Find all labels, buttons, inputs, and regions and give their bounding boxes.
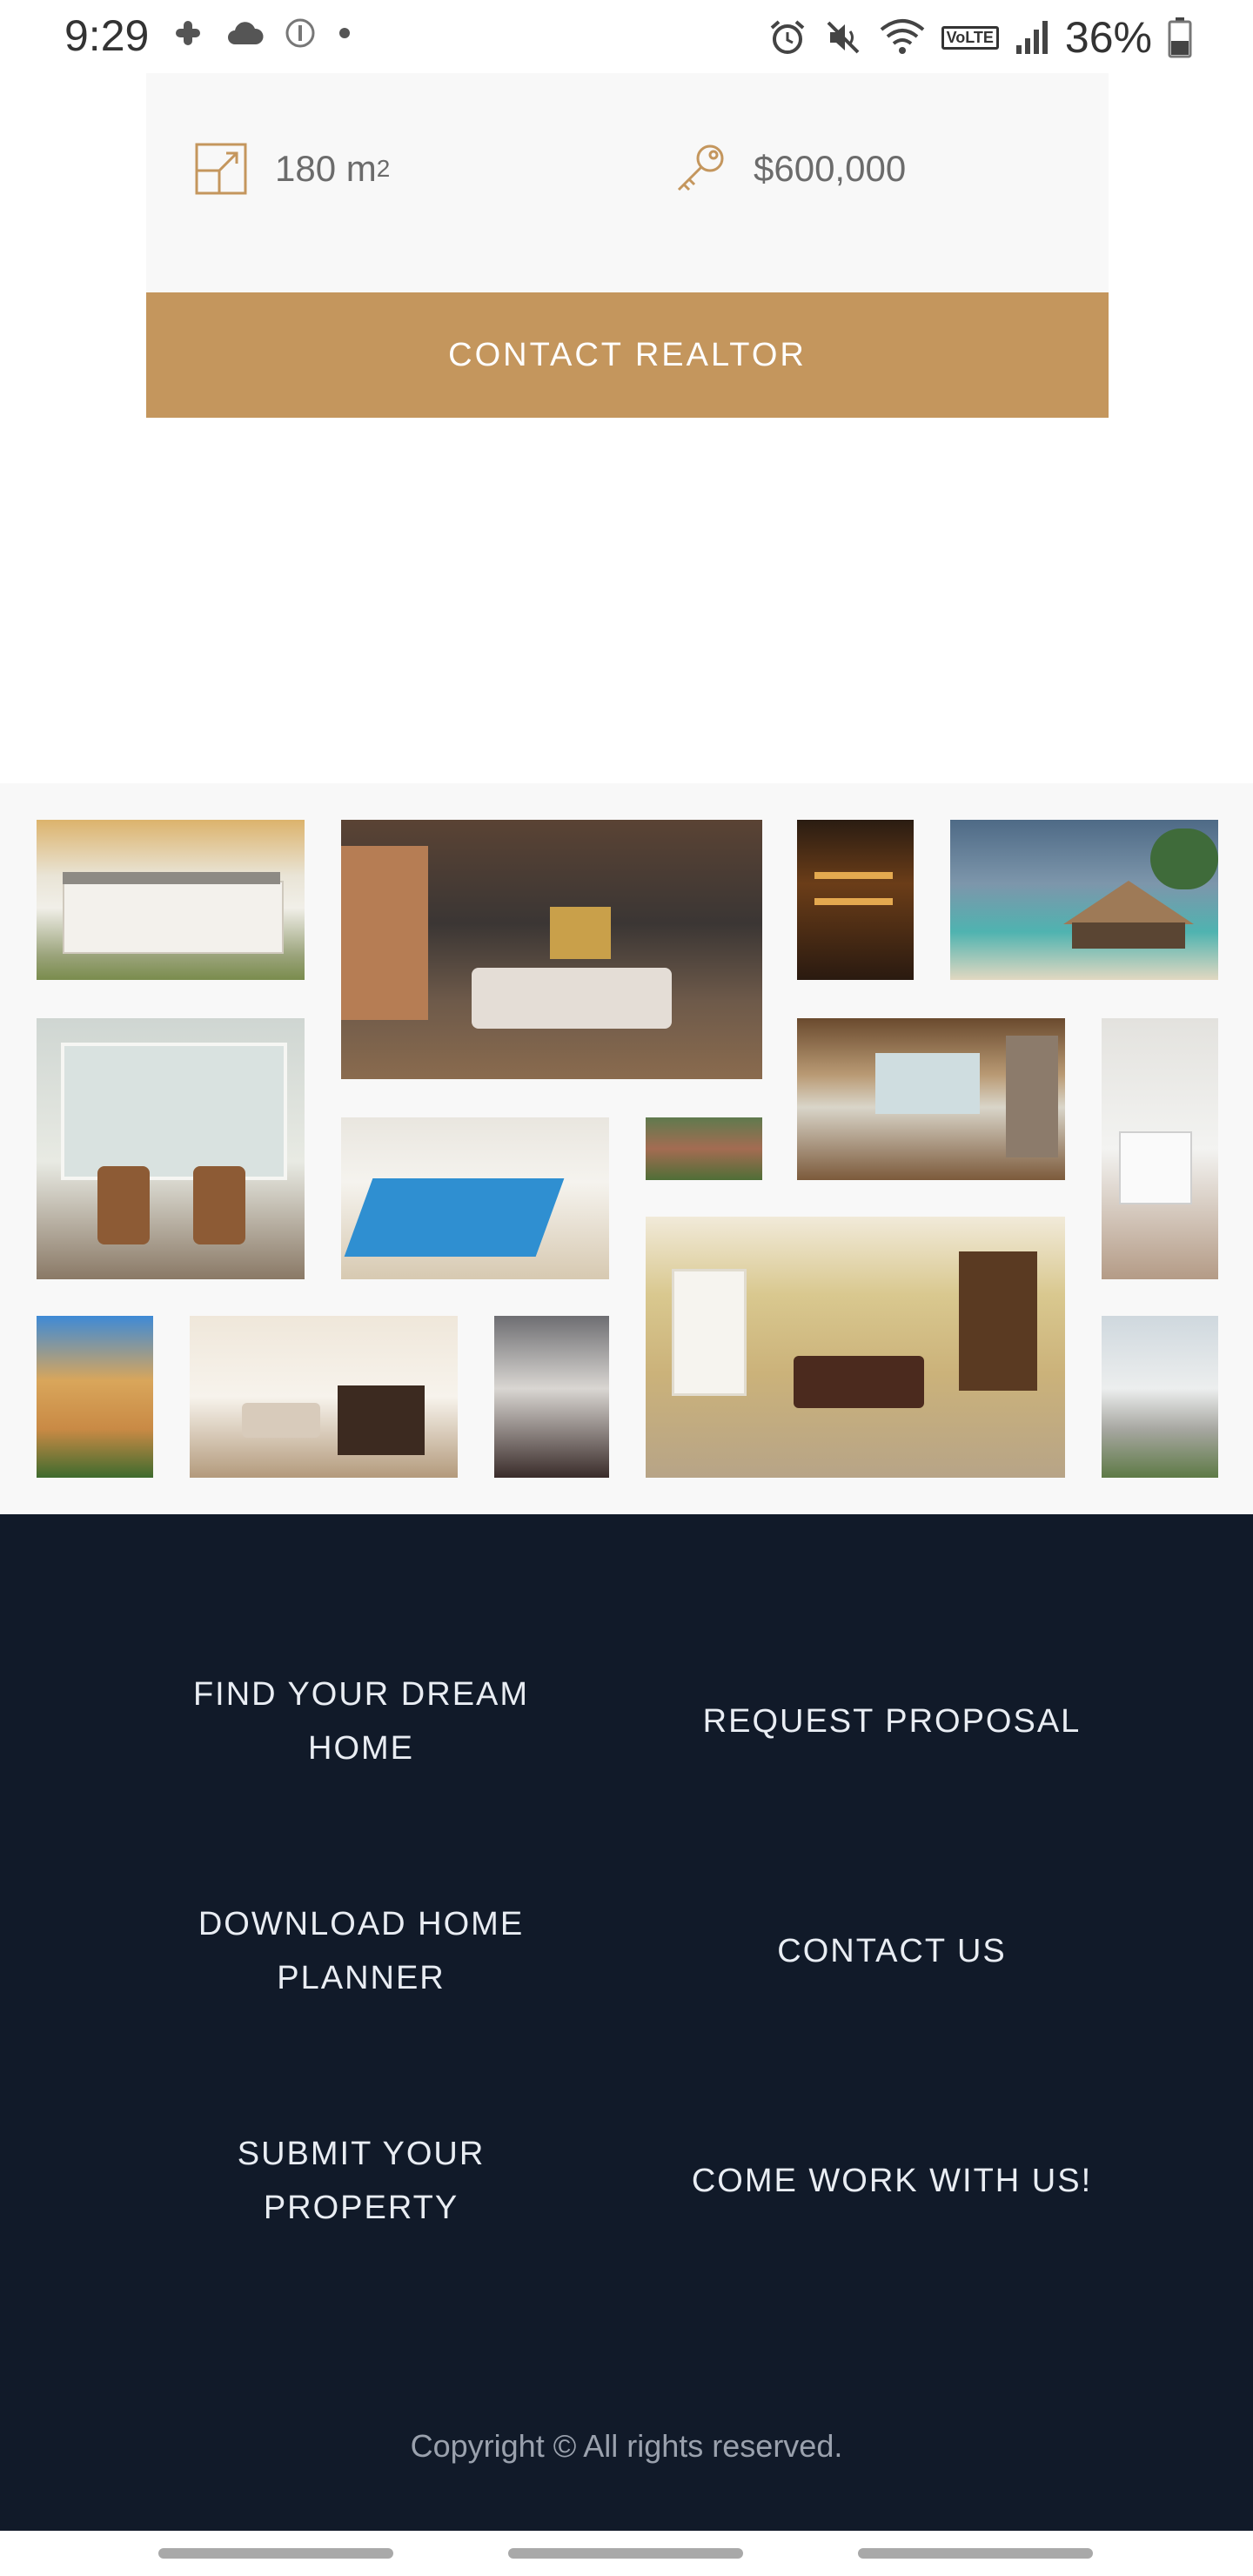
battery-percentage: 36% — [1064, 13, 1152, 62]
system-navigation-bar — [0, 2531, 1253, 2576]
footer-link-line: CONTACT US — [777, 1933, 1007, 1969]
living-room-photo[interactable] — [341, 820, 762, 1079]
footer-link-line: PROPERTY — [263, 2190, 459, 2226]
signal-icon — [1015, 21, 1048, 54]
footer-link-contact-us[interactable]: CONTACT US — [687, 1924, 1096, 1978]
white-house-photo[interactable] — [1102, 1316, 1218, 1478]
mute-icon — [827, 21, 860, 54]
billiard-room-photo[interactable] — [646, 1217, 1065, 1478]
status-bar: 9:29 VoLTE 36% — [0, 0, 1253, 73]
footer-link-line: HOME — [308, 1730, 414, 1767]
property-info-card: 180 m2 $600,000 — [146, 73, 1109, 292]
cloud-icon — [228, 22, 264, 44]
status-left-icons — [171, 16, 353, 50]
copyright-text: Copyright © All rights reserved. — [410, 2428, 843, 2464]
status-right-icons: VoLTE 36% — [767, 12, 1192, 63]
footer-link-line: REQUEST PROPOSAL — [702, 1703, 1082, 1740]
bar-interior-photo[interactable] — [797, 820, 914, 980]
footer-link-request-proposal[interactable]: REQUEST PROPOSAL — [687, 1694, 1096, 1748]
spanish-villa-photo[interactable] — [37, 1316, 153, 1478]
window-sitting-room-photo[interactable] — [37, 1018, 305, 1279]
contact-realtor-button[interactable]: CONTACT REALTOR — [146, 292, 1109, 418]
status-time: 9:29 — [64, 11, 150, 60]
volte-badge: VoLTE — [941, 25, 999, 50]
nav-back-button[interactable] — [858, 2548, 1093, 2559]
photo-gallery — [0, 783, 1253, 1514]
price-value: $600,000 — [754, 148, 907, 189]
white-mansion-autumn-photo[interactable] — [37, 820, 305, 980]
beach-bungalow-photo[interactable] — [950, 820, 1218, 980]
great-room-photo[interactable] — [797, 1018, 1065, 1180]
area-size-icon — [195, 143, 247, 195]
area-unit-superscript: 2 — [376, 155, 391, 182]
wifi-icon — [880, 19, 924, 54]
dot-icon — [339, 28, 350, 38]
property-price: $600,000 — [672, 141, 906, 197]
site-footer: FIND YOUR DREAM HOME REQUEST PROPOSAL DO… — [0, 1514, 1253, 2531]
slack-icon — [176, 21, 200, 45]
area-value: 180 m — [275, 148, 377, 189]
footer-link-find-your-dream-home[interactable]: FIND YOUR DREAM HOME — [157, 1667, 566, 1775]
white-kitchen-photo[interactable] — [1102, 1018, 1218, 1279]
footer-link-submit-your-property[interactable]: SUBMIT YOUR PROPERTY — [157, 2127, 566, 2235]
battery-icon — [1168, 17, 1192, 58]
nav-home-button[interactable] — [508, 2548, 743, 2559]
footer-link-line: SUBMIT YOUR — [237, 2136, 486, 2172]
footer-link-line: PLANNER — [277, 1960, 446, 1996]
footer-link-come-work-with-us[interactable]: COME WORK WITH US! — [687, 2154, 1096, 2208]
key-icon — [677, 144, 724, 191]
brick-house-photo[interactable] — [646, 1117, 762, 1180]
dining-kitchen-photo[interactable] — [190, 1316, 458, 1478]
footer-link-download-home-planner[interactable]: DOWNLOAD HOME PLANNER — [157, 1897, 566, 2005]
dark-lounge-photo[interactable] — [494, 1316, 609, 1478]
indoor-pool-photo[interactable] — [341, 1117, 609, 1279]
footer-link-line: COME WORK WITH US! — [691, 2163, 1093, 2199]
footer-link-line: FIND YOUR DREAM — [192, 1676, 530, 1713]
info-circle-icon — [285, 18, 315, 48]
nav-recents-button[interactable] — [158, 2548, 393, 2559]
footer-link-line: DOWNLOAD HOME — [198, 1906, 525, 1942]
alarm-icon — [770, 20, 804, 54]
property-area: 180 m2 — [193, 141, 390, 197]
